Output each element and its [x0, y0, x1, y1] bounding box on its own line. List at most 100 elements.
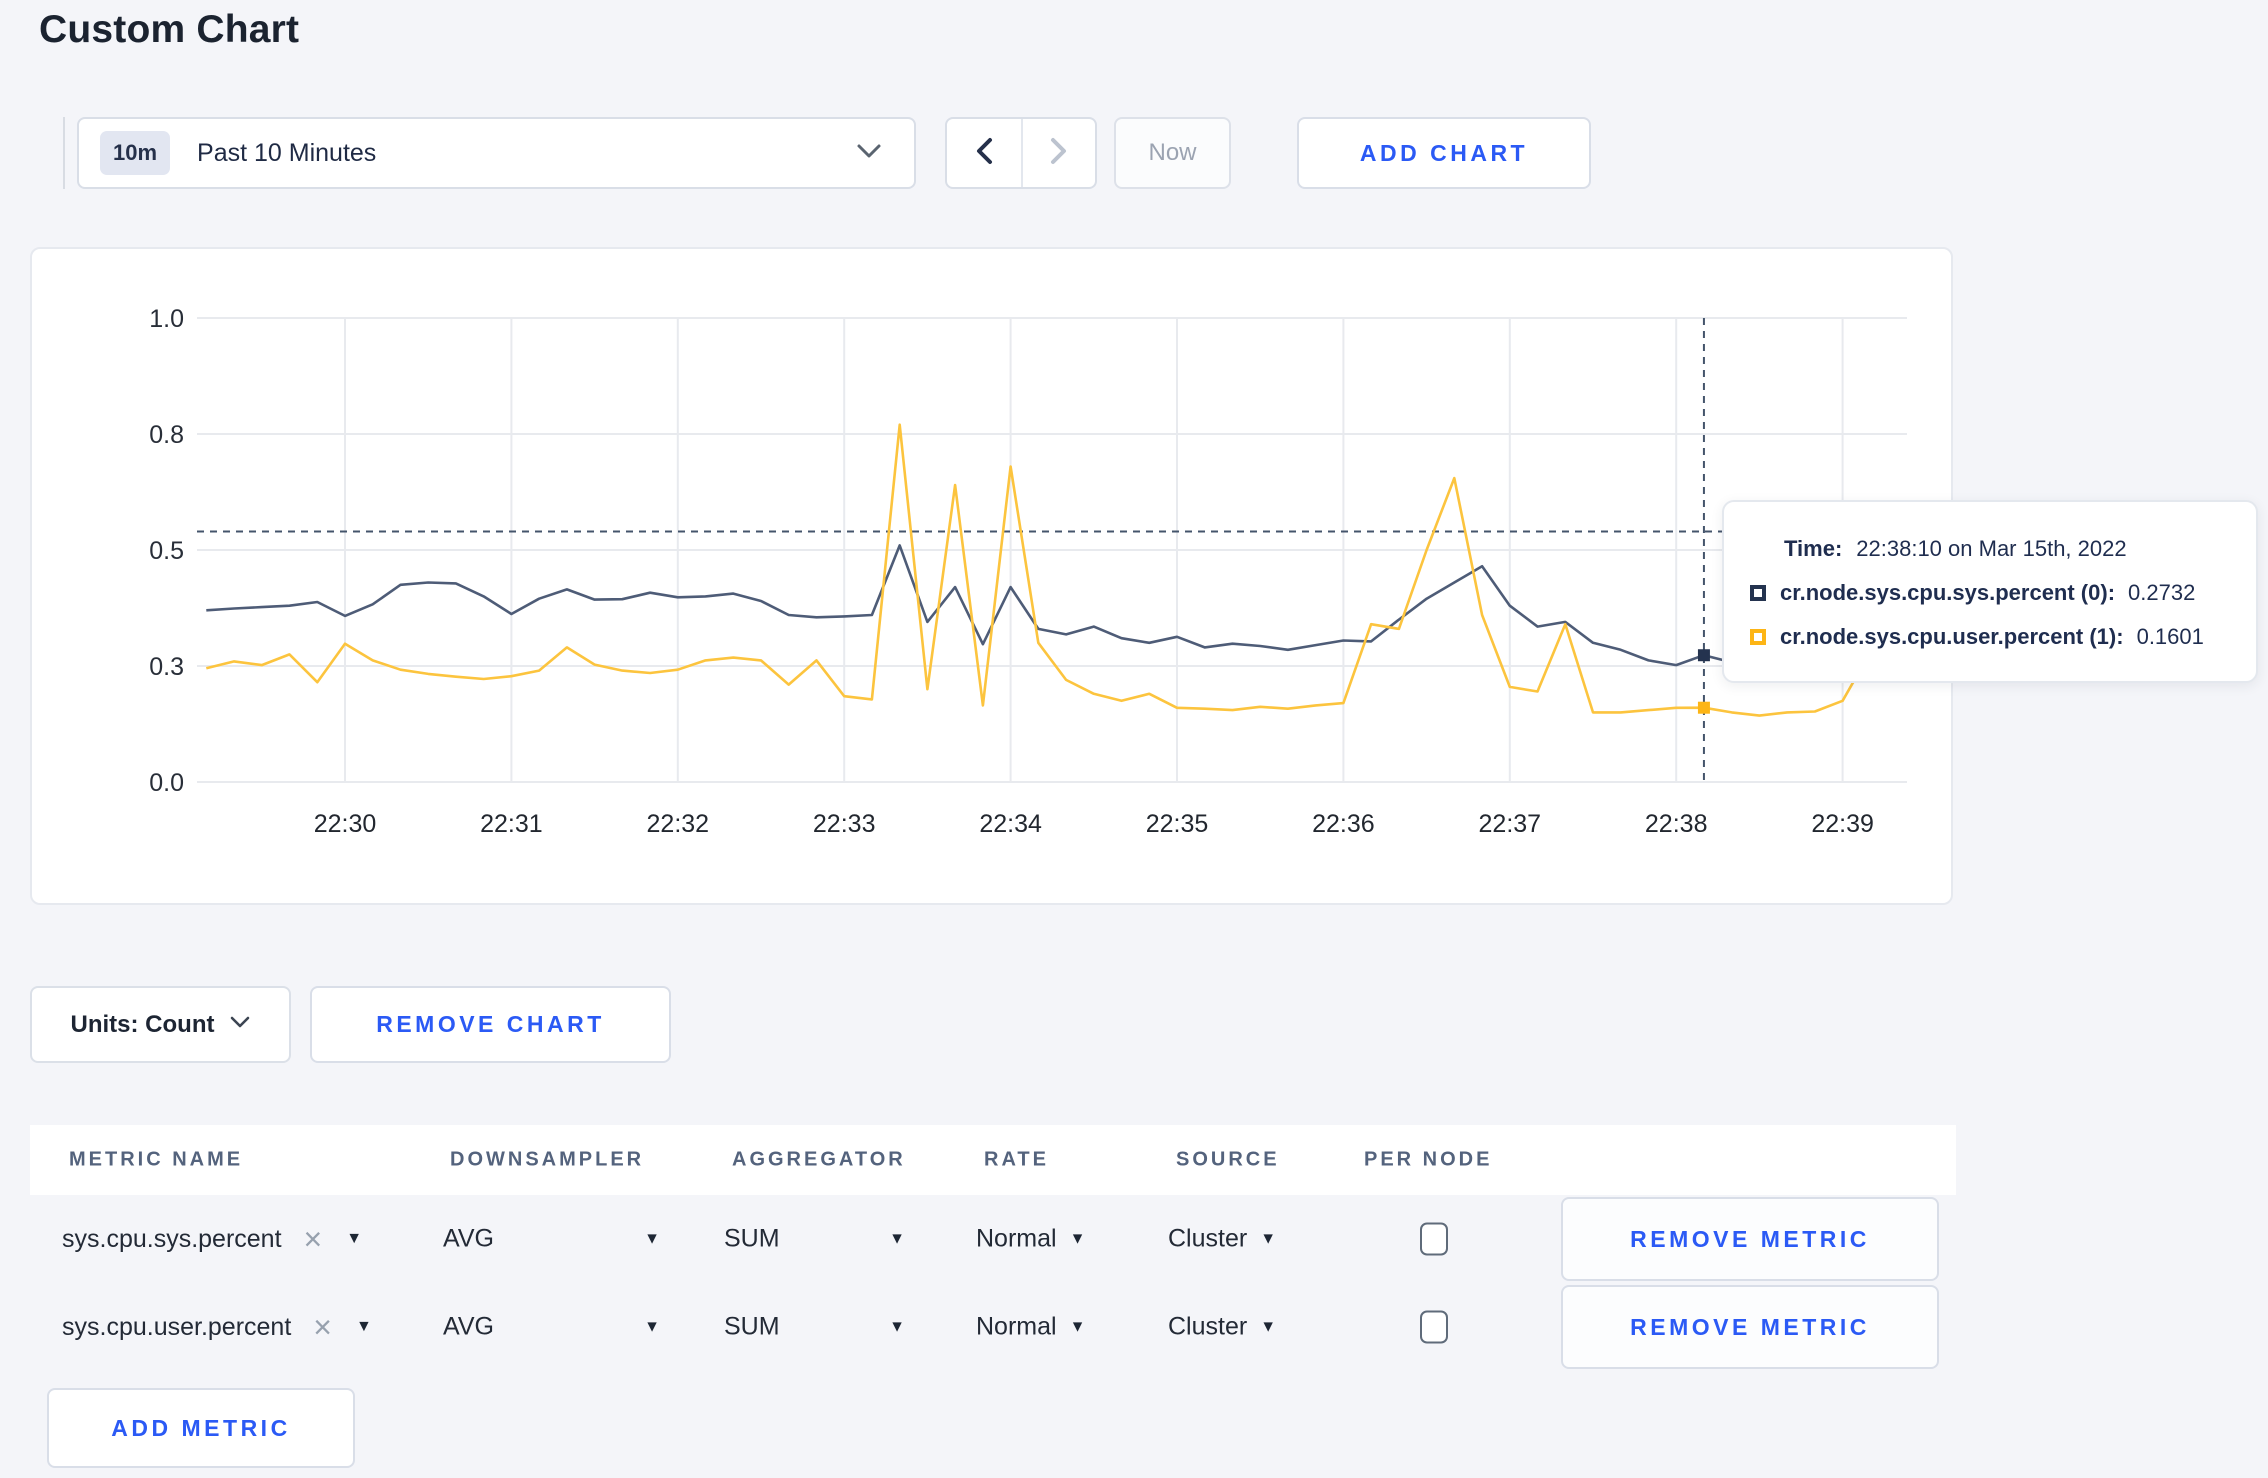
clear-metric-icon[interactable]: × [313, 1311, 332, 1343]
x-axis-tick-label: 22:30 [314, 810, 377, 838]
remove-metric-button[interactable]: REMOVE METRIC [1561, 1285, 1939, 1369]
metric-name-select[interactable]: sys.cpu.sys.percent × ▼ [62, 1223, 362, 1255]
chevron-down-icon [856, 143, 882, 164]
crosshair-point [1697, 649, 1710, 662]
x-axis-tick-label: 22:31 [480, 810, 543, 838]
source-select[interactable]: Cluster ▼ [1168, 1313, 1276, 1342]
per-node-checkbox[interactable] [1420, 1310, 1448, 1344]
table-row: sys.cpu.sys.percent × ▼ AVG ▼ SUM ▼ Norm… [0, 1195, 2268, 1283]
caret-down-icon: ▼ [1260, 1318, 1277, 1335]
remove-chart-label: REMOVE CHART [376, 1011, 605, 1037]
add-chart-button[interactable]: ADD CHART [1297, 117, 1591, 189]
clear-metric-icon[interactable]: × [304, 1223, 323, 1255]
remove-chart-button[interactable]: REMOVE CHART [310, 986, 671, 1063]
custom-chart-page: { "page": { "title": "Custom Chart" }, "… [0, 0, 2268, 1478]
header-rate: RATE [984, 1148, 1049, 1171]
aggregator-value: SUM [724, 1312, 780, 1341]
units-label: Units: Count [70, 1010, 215, 1038]
x-axis-tick-label: 22:35 [1146, 810, 1209, 838]
series-sys-swatch-icon [1750, 585, 1766, 601]
aggregator-select[interactable]: SUM ▼ [724, 1225, 905, 1254]
caret-down-icon: ▼ [1260, 1230, 1277, 1247]
metric-name-value: sys.cpu.sys.percent [62, 1224, 282, 1253]
time-nav-group [945, 117, 1097, 189]
rate-select[interactable]: Normal ▼ [976, 1225, 1085, 1254]
header-metric-name: METRIC NAME [69, 1148, 244, 1171]
metric-name-select[interactable]: sys.cpu.user.percent × ▼ [62, 1311, 372, 1343]
tooltip-series-sys-value: 0.2732 [2128, 580, 2196, 605]
units-dropdown[interactable]: Units: Count [30, 986, 291, 1063]
x-axis-tick-label: 22:32 [647, 810, 710, 838]
x-axis-tick-label: 22:33 [813, 810, 876, 838]
header-per-node: PER NODE [1364, 1148, 1493, 1171]
remove-metric-label: REMOVE METRIC [1630, 1225, 1870, 1252]
x-axis-tick-label: 22:34 [979, 810, 1042, 838]
cpu-usage-chart[interactable]: 0.0 0.3 0.5 0.8 1.0 22:30 22:31 22:32 22:33 22:34… [32, 249, 1955, 907]
caret-down-icon: ▼ [1069, 1230, 1086, 1247]
caret-down-icon: ▼ [1069, 1318, 1086, 1335]
caret-down-icon: ▼ [889, 1230, 905, 1247]
header-downsampler: DOWNSAMPLER [450, 1148, 645, 1171]
add-metric-label: ADD METRIC [111, 1414, 291, 1441]
rate-select[interactable]: Normal ▼ [976, 1313, 1085, 1342]
time-range-picker[interactable]: 10m Past 10 Minutes [77, 117, 916, 189]
tooltip-series-user-name: cr.node.sys.cpu.user.percent (1): [1780, 624, 2124, 649]
series-line [206, 544, 1871, 667]
tooltip-time-value: 22:38:10 on Mar 15th, 2022 [1856, 536, 2127, 561]
rate-value: Normal [976, 1224, 1057, 1253]
y-axis-tick-label: 0.3 [149, 653, 184, 681]
chart-tooltip: Time: 22:38:10 on Mar 15th, 2022 cr.node… [1722, 500, 2258, 683]
aggregator-value: SUM [724, 1224, 780, 1253]
header-source: SOURCE [1176, 1148, 1280, 1171]
tooltip-time-label: Time: [1784, 536, 1843, 561]
x-axis-tick-label: 22:38 [1645, 810, 1708, 838]
source-value: Cluster [1168, 1224, 1248, 1253]
metrics-table-header: METRIC NAME DOWNSAMPLER AGGREGATOR RATE … [30, 1125, 1956, 1195]
x-axis-tick-label: 22:37 [1479, 810, 1542, 838]
aggregator-select[interactable]: SUM ▼ [724, 1313, 905, 1342]
downsampler-value: AVG [443, 1312, 494, 1341]
time-range-badge: 10m [100, 131, 171, 175]
chart-panel: 0.0 0.3 0.5 0.8 1.0 22:30 22:31 22:32 22:33 22:34… [30, 247, 1953, 905]
per-node-checkbox[interactable] [1420, 1222, 1448, 1256]
now-button[interactable]: Now [1114, 117, 1231, 189]
chevron-right-icon [1050, 137, 1068, 170]
x-axis-tick-label: 22:39 [1811, 810, 1874, 838]
caret-down-icon: ▼ [889, 1318, 905, 1335]
rate-value: Normal [976, 1312, 1057, 1341]
series-user-swatch-icon [1750, 629, 1766, 645]
table-row: sys.cpu.user.percent × ▼ AVG ▼ SUM ▼ Nor… [0, 1283, 2268, 1371]
downsampler-select[interactable]: AVG ▼ [443, 1313, 660, 1342]
series-line [205, 423, 1872, 717]
caret-down-icon: ▼ [644, 1230, 660, 1247]
tooltip-series-sys-name: cr.node.sys.cpu.sys.percent (0): [1780, 580, 2116, 605]
remove-metric-button[interactable]: REMOVE METRIC [1561, 1197, 1939, 1281]
remove-metric-label: REMOVE METRIC [1630, 1313, 1870, 1340]
metric-name-value: sys.cpu.user.percent [62, 1312, 292, 1341]
downsampler-select[interactable]: AVG ▼ [443, 1225, 660, 1254]
prev-range-button[interactable] [947, 119, 1021, 187]
now-button-label: Now [1148, 139, 1197, 166]
page-title: Custom Chart [39, 8, 300, 51]
add-metric-button[interactable]: ADD METRIC [47, 1388, 355, 1468]
downsampler-value: AVG [443, 1224, 494, 1253]
y-axis-tick-label: 0.5 [149, 537, 184, 565]
y-axis-tick-label: 0.0 [149, 769, 184, 797]
time-range-label: Past 10 Minutes [197, 138, 377, 167]
chevron-left-icon [975, 137, 993, 170]
source-select[interactable]: Cluster ▼ [1168, 1225, 1276, 1254]
chevron-down-icon [230, 1016, 250, 1034]
add-chart-label: ADD CHART [1359, 139, 1529, 166]
crosshair-point [1697, 701, 1710, 714]
toolbar-separator [63, 117, 65, 189]
next-range-button[interactable] [1021, 119, 1095, 187]
y-axis-tick-label: 1.0 [149, 305, 184, 333]
y-axis-tick-label: 0.8 [149, 421, 184, 449]
caret-down-icon[interactable]: ▼ [346, 1230, 362, 1248]
header-aggregator: AGGREGATOR [732, 1148, 906, 1171]
tooltip-series-user-value: 0.1601 [2136, 624, 2204, 649]
source-value: Cluster [1168, 1312, 1248, 1341]
x-axis-tick-label: 22:36 [1312, 810, 1375, 838]
caret-down-icon: ▼ [644, 1318, 660, 1335]
caret-down-icon[interactable]: ▼ [356, 1318, 372, 1336]
